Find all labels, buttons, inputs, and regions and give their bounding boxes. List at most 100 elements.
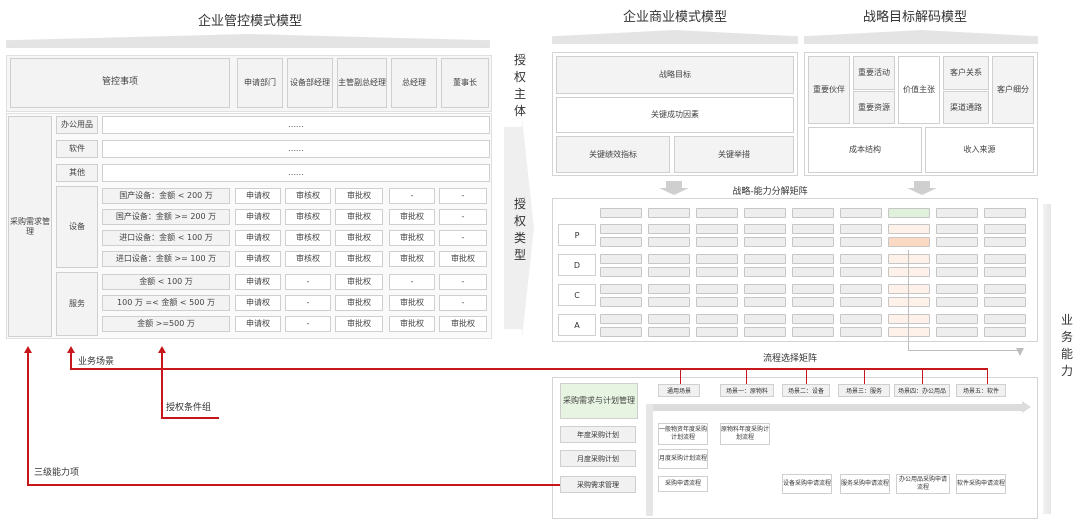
matrix-cell xyxy=(936,314,978,324)
matrix-cell xyxy=(840,224,882,234)
matrix-cell xyxy=(936,297,978,307)
auth-cell-vp: 审批权 xyxy=(335,316,383,332)
group-service-label: 服务 xyxy=(56,272,98,336)
scenario-software: 场景五：软件 xyxy=(956,384,1006,397)
connector-scenario-arrowhead xyxy=(67,346,75,353)
matrix-guide-arrowhead xyxy=(1016,348,1024,356)
auth-cell-equipment-manager: 审核权 xyxy=(285,209,331,225)
condition-cell: 100 万 =< 金额 < 500 万 xyxy=(102,295,230,311)
auth-type-char-2: 权 xyxy=(513,214,526,228)
matrix-cell xyxy=(792,267,834,277)
auth-cell-vp: 审批权 xyxy=(335,188,383,204)
matrix-cell xyxy=(696,284,738,294)
matrix-cell xyxy=(888,224,930,234)
auth-cell-vp: 审批权 xyxy=(335,295,383,311)
connector-drop-raw xyxy=(746,368,747,384)
auth-cell-chairman: - xyxy=(439,274,487,290)
strategy-model-arch xyxy=(804,30,1038,44)
process-main: 采购需求与计划管理 xyxy=(560,383,638,419)
matrix-cell xyxy=(600,284,642,294)
scenario-service: 场景三：服务 xyxy=(838,384,890,397)
condition-cell: 国产设备：金额 >= 200 万 xyxy=(102,209,230,225)
auth-subject-char-4: 体 xyxy=(513,104,526,118)
connector-level3-vertical xyxy=(27,352,29,486)
connector-scenario-horizontal xyxy=(70,368,988,370)
matrix-cell xyxy=(648,297,690,307)
matrix-title: 战略-能力分解矩阵 xyxy=(732,187,808,197)
row-software-dots: ...... xyxy=(102,140,490,158)
connector-drop-equipment xyxy=(806,368,807,384)
row-office-dots: ...... xyxy=(102,116,490,134)
matrix-cell xyxy=(600,208,642,218)
matrix-cell xyxy=(984,297,1026,307)
auth-cell-vp: 审批权 xyxy=(335,274,383,290)
matrix-cell xyxy=(648,314,690,324)
matrix-cell xyxy=(696,297,738,307)
note-auth-condition: 授权条件组 xyxy=(166,403,212,413)
business-ability-char-4: 力 xyxy=(1060,364,1073,378)
auth-cell-chairman: - xyxy=(439,209,487,225)
auth-cell-equipment-manager: - xyxy=(285,316,331,332)
business-model-title: 企业商业模式模型 xyxy=(622,10,727,25)
auth-subject-char-2: 权 xyxy=(513,70,526,84)
canvas-cost: 成本结构 xyxy=(808,127,922,173)
matrix-cell xyxy=(840,327,882,337)
matrix-cell xyxy=(888,208,930,218)
key-measures: 关键举措 xyxy=(674,136,794,173)
auth-cell-chairman: - xyxy=(439,230,487,246)
connector-drop-office xyxy=(922,368,923,384)
matrix-cell xyxy=(888,237,930,247)
matrix-cell xyxy=(984,254,1026,264)
matrix-cell xyxy=(744,284,786,294)
matrix-cell xyxy=(648,327,690,337)
scenario-office: 场景四：办公用品 xyxy=(894,384,950,397)
matrix-cell xyxy=(840,254,882,264)
matrix-row-a: A xyxy=(558,314,596,336)
matrix-cell xyxy=(936,254,978,264)
matrix-cell xyxy=(744,327,786,337)
auth-cell-gm: 审批权 xyxy=(389,230,435,246)
left-block-procurement: 采购需求管理 xyxy=(8,116,52,337)
matrix-cell xyxy=(744,208,786,218)
matrix-cell xyxy=(744,237,786,247)
matrix-cell xyxy=(600,314,642,324)
auth-cell-applicant: 申请权 xyxy=(235,251,281,267)
note-business-scenario: 业务场景 xyxy=(78,357,115,367)
matrix-cell xyxy=(888,267,930,277)
business-ability-char-3: 能 xyxy=(1060,347,1073,361)
matrix-cell xyxy=(600,327,642,337)
connector-level3-horizontal xyxy=(27,484,560,486)
role-header-equipment-manager: 设备部经理 xyxy=(287,58,333,108)
auth-cell-chairman: - xyxy=(439,295,487,311)
matrix-cell xyxy=(936,237,978,247)
matrix-cell xyxy=(648,224,690,234)
matrix-cell xyxy=(840,284,882,294)
auth-cell-applicant: 申请权 xyxy=(235,316,281,332)
auth-cell-chairman: - xyxy=(439,188,487,204)
matrix-cell xyxy=(792,327,834,337)
matrix-cell xyxy=(840,208,882,218)
canvas-resources: 重要资源 xyxy=(853,91,895,124)
auth-cell-gm: 审批权 xyxy=(389,251,435,267)
matrix-cell xyxy=(744,297,786,307)
auth-cell-gm: 审批权 xyxy=(389,295,435,311)
row-software-label: 软件 xyxy=(56,140,98,158)
key-performance-indicators: 关键绩效指标 xyxy=(556,136,670,173)
control-model-title: 企业管控模式模型 xyxy=(197,14,302,29)
auth-subject-char-1: 授 xyxy=(513,53,526,67)
matrix-cell xyxy=(600,267,642,277)
canvas-activities: 重要活动 xyxy=(853,56,895,90)
matrix-cell xyxy=(696,237,738,247)
auth-cell-gm: - xyxy=(389,274,435,290)
flow-general-annual: 一般物资年度采购计划流程 xyxy=(658,423,708,445)
process-request-mgmt: 采购需求管理 xyxy=(560,476,636,493)
auth-cell-equipment-manager: 审核权 xyxy=(285,188,331,204)
flow-software: 软件采购申请流程 xyxy=(956,474,1006,494)
matrix-cell xyxy=(840,314,882,324)
auth-cell-equipment-manager: - xyxy=(285,274,331,290)
auth-cell-applicant: 申请权 xyxy=(235,295,281,311)
matrix-guide-horizontal xyxy=(908,350,1018,351)
matrix-cell xyxy=(984,237,1026,247)
matrix-cell xyxy=(600,237,642,247)
matrix-cell xyxy=(936,224,978,234)
